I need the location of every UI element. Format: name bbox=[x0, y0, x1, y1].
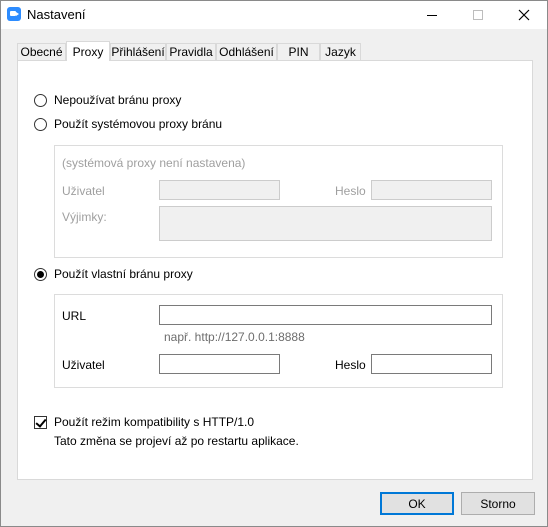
minimize-icon bbox=[427, 14, 437, 16]
system-user-field bbox=[159, 180, 280, 200]
system-exceptions-field bbox=[159, 206, 492, 241]
system-proxy-status: (systémová proxy není nastavena) bbox=[62, 156, 246, 170]
http10-label: Použít režim kompatibility s HTTP/1.0 bbox=[54, 415, 255, 429]
system-proxy-group: (systémová proxy není nastavena) Uživate… bbox=[54, 145, 503, 258]
system-exceptions-label: Výjimky: bbox=[62, 210, 107, 224]
tab-prihlaseni[interactable]: Přihlášení bbox=[110, 43, 166, 60]
custom-proxy-group: URL např. http://127.0.0.1:8888 Uživatel… bbox=[54, 294, 503, 388]
settings-window: Nastavení Obecné Proxy Přihlášení Pravid… bbox=[0, 0, 548, 527]
tab-jazyk[interactable]: Jazyk bbox=[320, 43, 361, 60]
custom-user-label: Uživatel bbox=[62, 358, 105, 372]
custom-proxy-option[interactable]: Použít vlastní bránu proxy bbox=[34, 267, 193, 281]
system-password-field bbox=[371, 180, 492, 200]
proxy-panel: Nepoužívat bránu proxy Použít systémovou… bbox=[17, 60, 533, 480]
no-proxy-label: Nepoužívat bránu proxy bbox=[54, 93, 182, 107]
http10-checkbox[interactable] bbox=[34, 415, 47, 429]
no-proxy-option[interactable]: Nepoužívat bránu proxy bbox=[34, 93, 181, 107]
system-password-label: Heslo bbox=[335, 184, 366, 198]
tab-obecne[interactable]: Obecné bbox=[17, 43, 66, 60]
maximize-button bbox=[455, 1, 501, 29]
cancel-button[interactable]: Storno bbox=[461, 492, 535, 515]
minimize-button[interactable] bbox=[409, 1, 455, 29]
custom-proxy-label: Použít vlastní bránu proxy bbox=[54, 267, 193, 281]
custom-password-label: Heslo bbox=[335, 358, 366, 372]
tab-pin[interactable]: PIN bbox=[277, 43, 320, 60]
system-proxy-label: Použít systémovou proxy bránu bbox=[54, 117, 223, 131]
window-title: Nastavení bbox=[27, 7, 86, 22]
close-icon bbox=[518, 9, 530, 21]
no-proxy-radio[interactable] bbox=[34, 93, 47, 107]
custom-proxy-radio[interactable] bbox=[34, 267, 47, 281]
url-hint: např. http://127.0.0.1:8888 bbox=[164, 330, 305, 344]
tab-pravidla[interactable]: Pravidla bbox=[166, 43, 216, 60]
system-proxy-option[interactable]: Použít systémovou proxy bránu bbox=[34, 117, 222, 131]
title-bar: Nastavení bbox=[1, 1, 547, 29]
url-label: URL bbox=[62, 309, 87, 323]
http10-option[interactable]: Použít režim kompatibility s HTTP/1.0 bbox=[34, 415, 254, 429]
url-input[interactable] bbox=[159, 305, 492, 325]
custom-user-input[interactable] bbox=[159, 354, 280, 374]
zoom-app-icon bbox=[7, 7, 21, 21]
restart-note: Tato změna se projeví až po restartu apl… bbox=[54, 434, 299, 448]
tab-odhlaseni[interactable]: Odhlášení bbox=[216, 43, 277, 60]
maximize-icon bbox=[473, 10, 483, 20]
close-button[interactable] bbox=[501, 1, 547, 29]
custom-password-input[interactable] bbox=[371, 354, 492, 374]
system-proxy-radio[interactable] bbox=[34, 117, 47, 131]
tab-proxy[interactable]: Proxy bbox=[66, 41, 110, 61]
system-user-label: Uživatel bbox=[62, 184, 105, 198]
ok-button[interactable]: OK bbox=[380, 492, 454, 515]
